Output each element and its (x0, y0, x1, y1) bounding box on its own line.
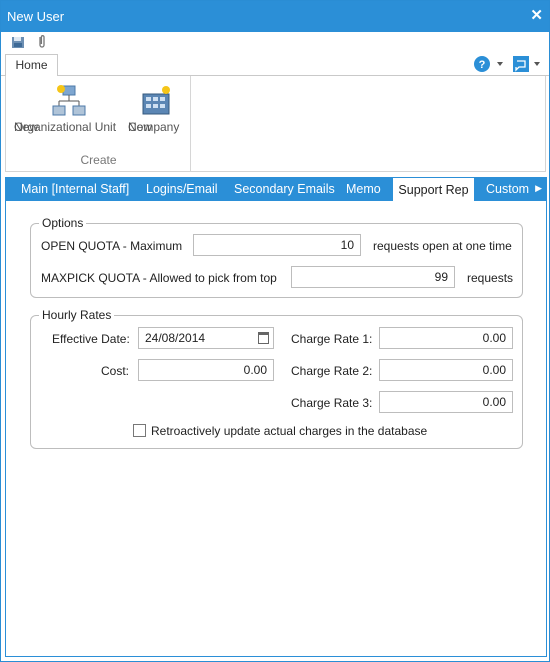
effective-date-label: Effective Date: (52, 332, 130, 346)
window-title: New User (7, 9, 65, 24)
create-group-label: Create (80, 153, 117, 167)
charge-rate-1-input[interactable]: 0.00 (379, 327, 513, 349)
ribbon-panel: New Organizational Unit New Company Crea… (5, 76, 546, 172)
maxpick-quota-label: MAXPICK QUOTA - Allowed to pick from top (41, 271, 277, 285)
new-user-window: New User ✕ Home ? New Organizational Uni… (0, 0, 550, 662)
tab-custom[interactable]: Custom (486, 177, 529, 201)
charge-rate-2-input[interactable]: 0.00 (379, 359, 513, 381)
charge-rate-1-label: Charge Rate 1: (291, 332, 373, 346)
tab-main[interactable]: Main [Internal Staff] (21, 177, 129, 201)
chevron-down-icon[interactable] (495, 55, 505, 73)
quick-access-toolbar (1, 32, 549, 53)
tab-support-rep[interactable]: Support Rep (392, 177, 475, 201)
effective-date-input[interactable]: 24/08/2014 (138, 327, 274, 349)
title-bar: New User ✕ (1, 1, 549, 32)
save-icon[interactable] (10, 34, 26, 50)
support-rep-panel: Options OPEN QUOTA - Maximum 10 requests… (5, 201, 547, 657)
hourly-rates-legend: Hourly Rates (39, 308, 115, 322)
close-icon[interactable]: ✕ (530, 6, 543, 24)
chevron-right-icon[interactable]: ▶ (535, 183, 542, 194)
feedback-icon[interactable] (512, 55, 530, 73)
cost-input[interactable]: 0.00 (138, 359, 274, 381)
tab-secondary-emails[interactable]: Secondary Emails (234, 177, 335, 201)
open-quota-suffix: requests open at one time (373, 239, 512, 253)
charge-rate-2-label: Charge Rate 2: (291, 364, 373, 378)
charge-rate-3-label: Charge Rate 3: (291, 396, 373, 410)
new-company-label-2: Company (128, 120, 180, 134)
open-quota-label: OPEN QUOTA - Maximum (41, 239, 183, 253)
hourly-rates-group: Hourly Rates Effective Date: 24/08/2014 … (30, 308, 523, 449)
retroactive-update-checkbox[interactable] (133, 424, 146, 437)
help-icon[interactable] (475, 55, 493, 73)
attachment-icon[interactable] (34, 34, 50, 50)
tab-memo[interactable]: Memo (346, 177, 381, 201)
org-chart-icon (52, 85, 86, 116)
options-legend: Options (39, 216, 87, 230)
ribbon-tab-strip: Home ? (1, 53, 549, 77)
maxpick-quota-suffix: requests (467, 271, 514, 285)
chevron-down-icon[interactable] (533, 55, 543, 73)
new-company-button[interactable]: New Company (128, 84, 184, 134)
new-org-unit-label-2: Organizational Unit (14, 120, 117, 134)
retroactive-update-label: Retroactively update actual charges in t… (151, 424, 428, 438)
options-group: Options OPEN QUOTA - Maximum 10 requests… (30, 216, 523, 298)
effective-date-value: 24/08/2014 (145, 331, 206, 345)
charge-rate-3-input[interactable]: 0.00 (379, 391, 513, 413)
create-group: New Organizational Unit New Company Crea… (6, 76, 191, 171)
calendar-icon[interactable] (258, 332, 269, 344)
open-quota-input[interactable]: 10 (193, 234, 361, 256)
detail-tab-bar: Main [Internal Staff] Logins/Email Secon… (5, 177, 547, 201)
tab-home[interactable]: Home (5, 54, 58, 77)
tab-logins-email[interactable]: Logins/Email (146, 177, 218, 201)
new-organizational-unit-button[interactable]: New Organizational Unit (14, 84, 124, 134)
building-icon (142, 86, 170, 115)
cost-label: Cost: (101, 364, 130, 378)
maxpick-quota-input[interactable]: 99 (291, 266, 455, 288)
